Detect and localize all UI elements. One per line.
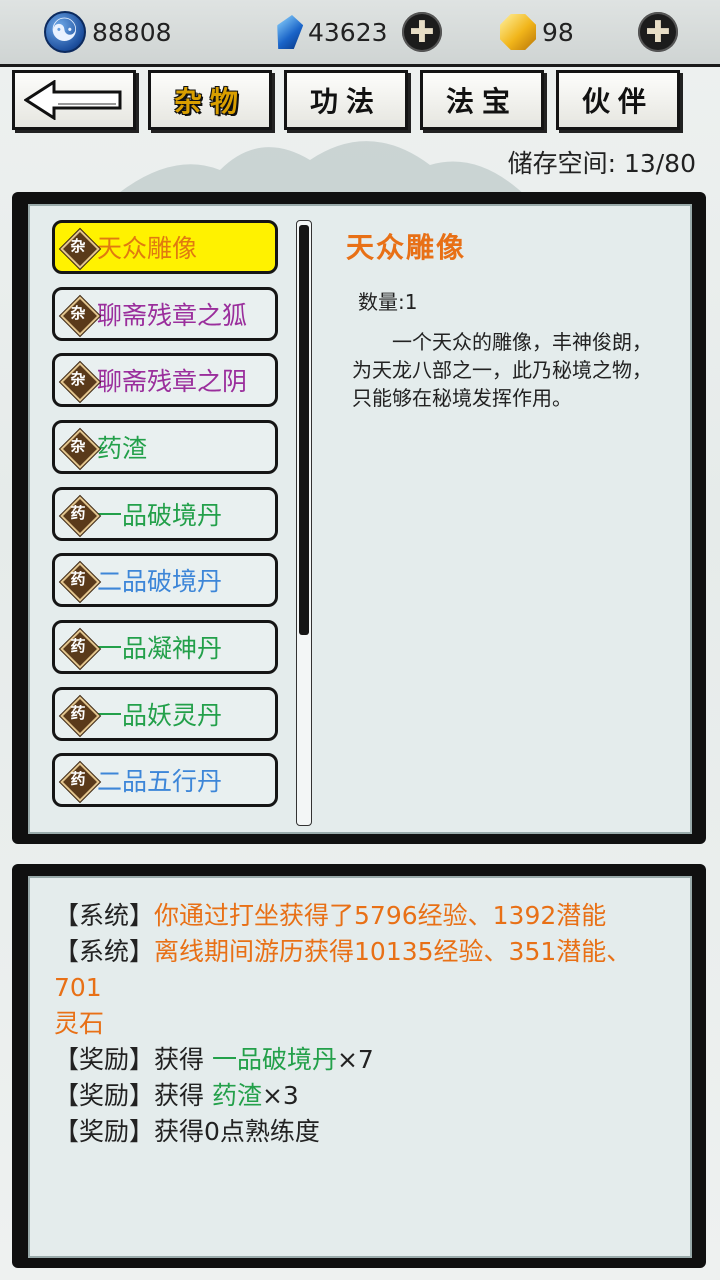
gold-ingot-icon xyxy=(500,14,536,50)
medicine-badge-icon: 药 xyxy=(60,562,100,602)
log-line: 【奖励】获得 药渣×3 xyxy=(54,1081,299,1110)
blue-gem-icon xyxy=(273,15,305,49)
currency-bar: 88808 43623 ✚ 98 ✚ xyxy=(0,0,720,67)
log-line: 灵石 xyxy=(54,1009,105,1038)
message-log-panel: 【系统】你通过打坐获得了5796经验、1392潜能 【系统】离线期间游历获得10… xyxy=(12,864,706,1268)
jade-currency: 43623 xyxy=(276,10,388,54)
item-list-scrollbar[interactable] xyxy=(296,220,312,826)
item-quantity: 数量:1 xyxy=(358,290,418,314)
item-row[interactable]: 药 二品五行丹 xyxy=(52,753,278,807)
log-line: 【系统】离线期间游历获得10135经验、351潜能、701 xyxy=(54,937,632,1002)
item-name: 天众雕像 xyxy=(97,234,198,263)
misc-badge-icon: 杂 xyxy=(60,296,100,336)
back-arrow-icon xyxy=(23,79,124,121)
medicine-badge-icon: 药 xyxy=(60,629,100,669)
message-log-inner: 【系统】你通过打坐获得了5796经验、1392潜能 【系统】离线期间游历获得10… xyxy=(28,876,692,1258)
item-name: 药渣 xyxy=(97,434,148,463)
item-row[interactable]: 药 一品凝神丹 xyxy=(52,620,278,674)
item-row[interactable]: 药 二品破境丹 xyxy=(52,553,278,607)
mountain-decoration xyxy=(110,141,530,200)
item-name: 二品五行丹 xyxy=(97,767,223,796)
inventory-panel: 杂 天众雕像 杂 聊斋残章之狐 杂 聊斋残章之阴 杂 药渣 药 一品破境丹 药 … xyxy=(12,192,706,844)
item-description: 一个天众的雕像，丰神俊朗，为天龙八部之一，此乃秘境之物，只能够在秘境发挥作用。 xyxy=(352,330,652,410)
item-row[interactable]: 杂 药渣 xyxy=(52,420,278,474)
item-row[interactable]: 杂 聊斋残章之狐 xyxy=(52,287,278,341)
misc-badge-icon: 杂 xyxy=(60,362,100,402)
item-row[interactable]: 杂 聊斋残章之阴 xyxy=(52,353,278,407)
log-line: 【系统】你通过打坐获得了5796经验、1392潜能 xyxy=(54,901,607,930)
tab-companions[interactable]: 伙伴 xyxy=(556,70,680,130)
scrollbar-thumb[interactable] xyxy=(299,225,309,635)
medicine-badge-icon: 药 xyxy=(60,496,100,536)
gold-currency: 98 xyxy=(500,10,574,54)
item-name: 聊斋残章之阴 xyxy=(97,367,248,396)
spirit-value: 88808 xyxy=(92,17,172,47)
item-row[interactable]: 杂 天众雕像 xyxy=(52,220,278,274)
medicine-badge-icon: 药 xyxy=(60,762,100,802)
item-name: 一品破境丹 xyxy=(97,501,223,530)
add-jade-button[interactable]: ✚ xyxy=(402,12,442,52)
log-line: 【奖励】获得 一品破境丹×7 xyxy=(54,1045,374,1074)
item-row[interactable]: 药 一品破境丹 xyxy=(52,487,278,541)
item-detail-title: 天众雕像 xyxy=(346,231,467,264)
storage-capacity: 储存空间: 13/80 xyxy=(507,149,696,178)
item-name: 一品凝神丹 xyxy=(97,634,223,663)
gold-value: 98 xyxy=(542,17,574,47)
add-gold-button[interactable]: ✚ xyxy=(638,12,678,52)
misc-badge-icon: 杂 xyxy=(60,229,100,269)
medicine-badge-icon: 药 xyxy=(60,696,100,736)
item-row[interactable]: 药 一品妖灵丹 xyxy=(52,687,278,741)
inventory-inner: 杂 天众雕像 杂 聊斋残章之狐 杂 聊斋残章之阴 杂 药渣 药 一品破境丹 药 … xyxy=(28,204,692,834)
log-line: 【奖励】获得0点熟练度 xyxy=(54,1117,320,1146)
item-name: 二品破境丹 xyxy=(97,567,223,596)
jade-value: 43623 xyxy=(308,17,388,47)
spirit-currency: 88808 xyxy=(44,10,172,54)
yin-yang-icon xyxy=(44,11,86,53)
misc-badge-icon: 杂 xyxy=(60,429,100,469)
item-name: 聊斋残章之狐 xyxy=(97,301,248,330)
message-log: 【系统】你通过打坐获得了5796经验、1392潜能 【系统】离线期间游历获得10… xyxy=(54,898,674,1150)
item-name: 一品妖灵丹 xyxy=(97,701,223,730)
